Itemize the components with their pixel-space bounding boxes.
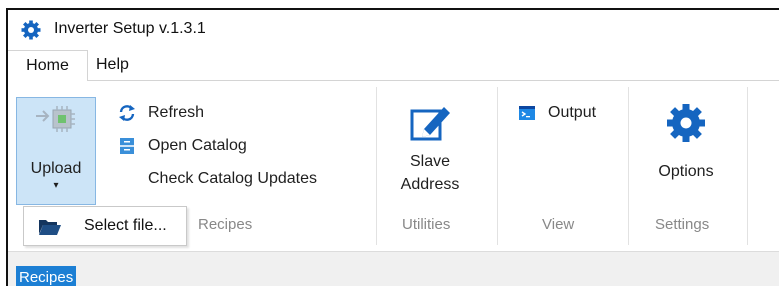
upload-label: Upload	[30, 160, 82, 177]
gear-icon	[667, 104, 705, 142]
menu-help[interactable]: Help	[96, 50, 142, 80]
slave-address-line1: Slave	[409, 153, 451, 170]
terminal-icon	[519, 106, 535, 120]
select-file-menu-item[interactable]: Select file...	[23, 206, 187, 246]
menu-bar: Home Help	[8, 50, 779, 81]
slave-address-button[interactable]: Slave Address	[390, 101, 470, 211]
output-label: Output	[548, 104, 597, 121]
ribbon-separator	[497, 87, 498, 245]
check-catalog-updates-label: Check Catalog Updates	[148, 170, 317, 187]
window-title: Inverter Setup v.1.3.1	[54, 20, 206, 37]
slave-address-line2: Address	[400, 176, 460, 193]
chevron-down-icon[interactable]: ▾	[17, 180, 95, 191]
menu-home[interactable]: Home	[8, 50, 88, 81]
group-label-recipes: Recipes	[198, 216, 253, 233]
chip-upload-icon	[36, 106, 75, 132]
edit-icon	[410, 107, 450, 141]
document-tab-bar: Recipes	[8, 251, 779, 286]
app-window: Inverter Setup v.1.3.1 Home Help Upload …	[6, 8, 779, 286]
select-file-label: Select file...	[84, 217, 167, 234]
refresh-icon	[119, 105, 135, 121]
group-label-settings: Settings	[655, 216, 710, 233]
title-bar: Inverter Setup v.1.3.1	[8, 10, 779, 50]
group-label-utilities: Utilities	[402, 216, 451, 233]
group-label-view: View	[542, 216, 575, 233]
folder-open-icon	[39, 220, 61, 235]
ribbon-separator	[747, 87, 748, 245]
open-catalog-label: Open Catalog	[148, 137, 247, 154]
ribbon-separator	[628, 87, 629, 245]
refresh-label: Refresh	[148, 104, 205, 121]
ribbon-separator	[376, 87, 377, 245]
options-label: Options	[658, 163, 714, 180]
gear-icon	[21, 20, 41, 40]
options-button[interactable]: Options	[644, 101, 728, 211]
catalog-icon	[120, 138, 134, 154]
upload-button[interactable]: Upload ▾	[16, 97, 96, 205]
tab-recipes[interactable]: Recipes	[16, 266, 77, 286]
